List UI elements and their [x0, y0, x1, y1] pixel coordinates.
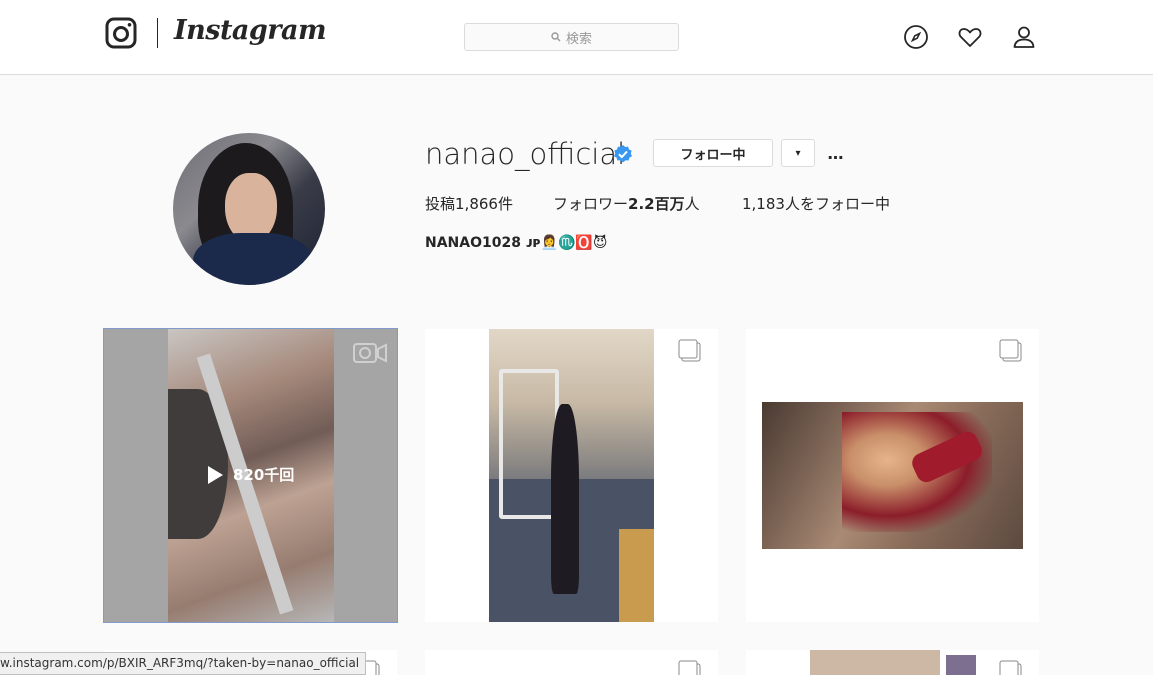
post-tile-multi[interactable]	[425, 650, 718, 675]
more-options-button[interactable]: …	[825, 140, 847, 166]
post-thumbnail	[489, 329, 654, 622]
carousel-icon	[678, 339, 701, 362]
logo-divider	[157, 18, 158, 48]
post-tile-multi[interactable]	[746, 650, 1039, 675]
post-thumbnail	[762, 402, 1023, 549]
post-tile-multi[interactable]	[425, 329, 718, 622]
compass-icon[interactable]	[903, 24, 929, 50]
posts-count-value: 1,866	[455, 195, 498, 213]
instagram-camera-icon[interactable]	[105, 17, 137, 49]
followers-link[interactable]: フォロワー2.2百万人	[553, 193, 700, 214]
posts-count: 投稿1,866件	[425, 195, 513, 213]
post-tile-multi[interactable]	[746, 329, 1039, 622]
profile-avatar[interactable]	[173, 133, 325, 285]
browser-status-bar: w.instagram.com/p/BXIR_ARF3mq/?taken-by=…	[0, 652, 367, 675]
search-icon	[551, 32, 561, 42]
followers-count-value: 2.2百万	[628, 195, 685, 213]
play-icon	[208, 465, 223, 484]
verified-badge-icon	[614, 145, 632, 163]
profile-username: nanao_official	[425, 137, 626, 171]
suggestions-dropdown-button[interactable]: ▾	[781, 139, 815, 167]
video-view-count: 820千回	[208, 464, 294, 485]
post-thumbnail	[810, 650, 940, 675]
carousel-icon	[678, 660, 701, 675]
user-icon[interactable]	[1011, 24, 1037, 50]
search-placeholder: 検索	[565, 31, 592, 47]
profile-bio: NANAO1028 ᴊᴘ👩‍💼♏️🅾️😈	[425, 235, 608, 251]
instagram-wordmark[interactable]: Instagram	[174, 15, 327, 46]
following-link[interactable]: 1,183人をフォロー中	[742, 193, 890, 214]
carousel-icon	[999, 339, 1022, 362]
top-nav: Instagram 検索	[0, 0, 1153, 75]
post-tile-video[interactable]: 820千回	[103, 328, 398, 623]
video-camera-icon	[353, 343, 387, 363]
heart-icon[interactable]	[957, 24, 983, 50]
following-count-value: 1,183	[742, 195, 785, 213]
search-input[interactable]: 検索	[464, 23, 679, 51]
following-button[interactable]: フォロー中	[653, 139, 773, 167]
carousel-icon	[999, 660, 1022, 675]
